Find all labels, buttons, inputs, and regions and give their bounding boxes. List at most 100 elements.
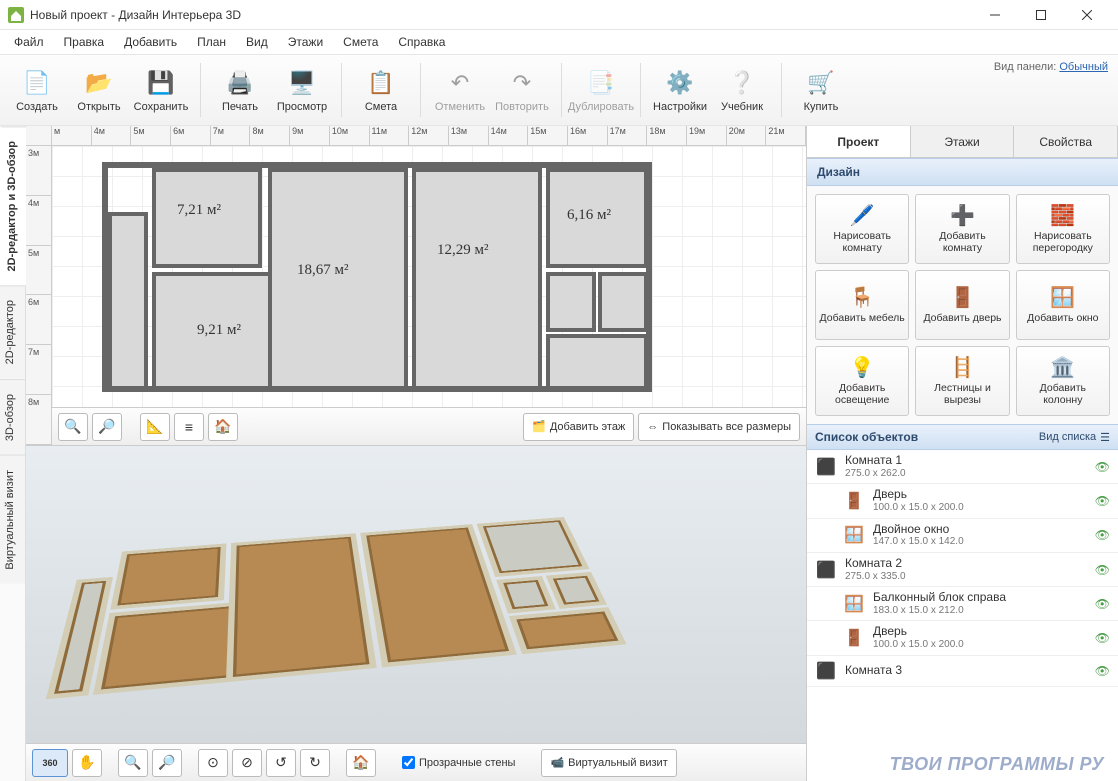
- menu-edit[interactable]: Правка: [56, 33, 113, 51]
- close-button[interactable]: [1064, 0, 1110, 30]
- toolbar-settings-button[interactable]: ⚙️Настройки: [649, 58, 711, 122]
- object-row[interactable]: 🚪 Дверь100.0 x 15.0 x 200.0 👁: [807, 621, 1118, 655]
- menu-help[interactable]: Справка: [390, 33, 453, 51]
- redo-icon: ↷: [506, 67, 538, 99]
- create-icon: 📄: [21, 67, 53, 99]
- right-panel: Проект Этажи Свойства Дизайн 🖊️Нарисоват…: [806, 126, 1118, 781]
- toolbar-open-button[interactable]: 📂Открыть: [68, 58, 130, 122]
- menu-file[interactable]: Файл: [6, 33, 52, 51]
- print-icon: 🖨️: [224, 67, 256, 99]
- objlist-viewmode[interactable]: Вид списка ☰: [1039, 431, 1110, 444]
- show-dims-button[interactable]: ⇔Показывать все размеры: [638, 413, 800, 441]
- toolbar-preview-button[interactable]: 🖥️Просмотр: [271, 58, 333, 122]
- toolbar-create-button[interactable]: 📄Создать: [6, 58, 68, 122]
- grid-button[interactable]: ≡: [174, 413, 204, 441]
- zoom-in-3d-button[interactable]: 🔎: [152, 749, 182, 777]
- view-rotr-button[interactable]: ↻: [300, 749, 330, 777]
- view-top-button[interactable]: ⊙: [198, 749, 228, 777]
- tool-3[interactable]: 🪑Добавить мебель: [815, 270, 909, 340]
- object-icon: ⬛: [815, 559, 837, 581]
- tool-2[interactable]: 🧱Нарисовать перегородку: [1016, 194, 1110, 264]
- tab-properties[interactable]: Свойства: [1014, 126, 1118, 157]
- tool-5[interactable]: 🪟Добавить окно: [1016, 270, 1110, 340]
- object-row[interactable]: ⬛ Комната 3 👁: [807, 656, 1118, 687]
- titlebar: Новый проект - Дизайн Интерьера 3D: [0, 0, 1118, 30]
- view-front-button[interactable]: ⊘: [232, 749, 262, 777]
- home-3d-button[interactable]: 🏠: [346, 749, 376, 777]
- measure-button[interactable]: 📐: [140, 413, 170, 441]
- visibility-icon[interactable]: 👁: [1095, 563, 1110, 577]
- canvas-2d[interactable]: 7,21 м² 9,21 м² 18,67 м² 12,29 м² 6,16 м…: [52, 146, 806, 407]
- tool-0[interactable]: 🖊️Нарисовать комнату: [815, 194, 909, 264]
- tool-4[interactable]: 🚪Добавить дверь: [915, 270, 1009, 340]
- toolbar-buy-button[interactable]: 🛒Купить: [790, 58, 852, 122]
- room-area-4: 6,16 м²: [567, 207, 611, 224]
- vtab-virtual[interactable]: Виртуальный визит: [0, 455, 25, 584]
- visibility-icon[interactable]: 👁: [1095, 528, 1110, 542]
- zoom-out-3d-button[interactable]: 🔍: [118, 749, 148, 777]
- buy-icon: 🛒: [805, 67, 837, 99]
- tool-8[interactable]: 🏛️Добавить колонну: [1016, 346, 1110, 416]
- vtab-2d[interactable]: 2D-редактор: [0, 285, 25, 378]
- tool-icon-1: ➕: [950, 204, 975, 230]
- toolbar-tutorial-button[interactable]: ❔Учебник: [711, 58, 773, 122]
- tool-icon-8: 🏛️: [1050, 356, 1075, 382]
- panel-mode-link[interactable]: Обычный: [1059, 61, 1108, 73]
- panel-mode: Вид панели: Обычный: [994, 61, 1108, 73]
- menubar: Файл Правка Добавить План Вид Этажи Смет…: [0, 30, 1118, 54]
- tab-project[interactable]: Проект: [807, 126, 911, 157]
- room-area-1: 7,21 м²: [177, 202, 221, 219]
- panel-mode-label: Вид панели:: [994, 61, 1056, 73]
- visibility-icon[interactable]: 👁: [1095, 631, 1110, 645]
- toolbar-save-button[interactable]: 💾Сохранить: [130, 58, 192, 122]
- tool-icon-5: 🪟: [1050, 286, 1075, 312]
- minimize-button[interactable]: [972, 0, 1018, 30]
- visibility-icon[interactable]: 👁: [1095, 664, 1110, 678]
- add-floor-button[interactable]: 🗂️Добавить этаж: [523, 413, 634, 441]
- toolbar-print-button[interactable]: 🖨️Печать: [209, 58, 271, 122]
- menu-view[interactable]: Вид: [238, 33, 276, 51]
- home-button[interactable]: 🏠: [208, 413, 238, 441]
- tab-floors[interactable]: Этажи: [911, 126, 1015, 157]
- room-area-5: 9,21 м²: [197, 322, 241, 339]
- object-row[interactable]: 🚪 Дверь100.0 x 15.0 x 200.0 👁: [807, 484, 1118, 518]
- vtab-3d[interactable]: 3D-обзор: [0, 379, 25, 455]
- main-toolbar: Вид панели: Обычный 📄Создать📂Открыть💾Сох…: [0, 54, 1118, 126]
- menu-floors[interactable]: Этажи: [280, 33, 331, 51]
- vtab-both[interactable]: 2D-редактор и 3D-обзор: [0, 126, 26, 285]
- menu-add[interactable]: Добавить: [116, 33, 185, 51]
- dims-icon: ⇔: [647, 421, 658, 433]
- tool-1[interactable]: ➕Добавить комнату: [915, 194, 1009, 264]
- room-area-3: 12,29 м²: [437, 242, 489, 259]
- save-icon: 💾: [145, 67, 177, 99]
- zoom-in-button[interactable]: 🔎: [92, 413, 122, 441]
- menu-plan[interactable]: План: [189, 33, 234, 51]
- visibility-icon[interactable]: 👁: [1095, 494, 1110, 508]
- zoom-out-button[interactable]: 🔍: [58, 413, 88, 441]
- tool-7[interactable]: 🪜Лестницы и вырезы: [915, 346, 1009, 416]
- object-row[interactable]: ⬛ Комната 1275.0 x 262.0 👁: [807, 450, 1118, 484]
- visibility-icon[interactable]: 👁: [1095, 460, 1110, 474]
- app-icon: [8, 7, 24, 23]
- transparent-walls-checkbox[interactable]: Прозрачные стены: [402, 756, 515, 769]
- menu-estimate[interactable]: Смета: [335, 33, 386, 51]
- canvas-3d[interactable]: [26, 446, 806, 743]
- camera-icon: 📹: [550, 756, 564, 769]
- tool-6[interactable]: 💡Добавить освещение: [815, 346, 909, 416]
- object-row[interactable]: ⬛ Комната 2275.0 x 335.0 👁: [807, 553, 1118, 587]
- tool-icon-2: 🧱: [1050, 204, 1075, 230]
- pan-button[interactable]: ✋: [72, 749, 102, 777]
- view-rotl-button[interactable]: ↺: [266, 749, 296, 777]
- virtual-visit-button[interactable]: 📹Виртуальный визит: [541, 749, 676, 777]
- right-tabs: Проект Этажи Свойства: [807, 126, 1118, 158]
- rotate360-button[interactable]: 360: [32, 749, 68, 777]
- object-row[interactable]: 🪟 Двойное окно147.0 x 15.0 x 142.0 👁: [807, 519, 1118, 553]
- tool-icon-7: 🪜: [950, 356, 975, 382]
- maximize-button[interactable]: [1018, 0, 1064, 30]
- visibility-icon[interactable]: 👁: [1095, 597, 1110, 611]
- toolbar-redo-button: ↷Повторить: [491, 58, 553, 122]
- duplicate-icon: 📑: [585, 67, 617, 99]
- toolbar-estimate-button[interactable]: 📋Смета: [350, 58, 412, 122]
- estimate-icon: 📋: [365, 67, 397, 99]
- object-row[interactable]: 🪟 Балконный блок справа183.0 x 15.0 x 21…: [807, 587, 1118, 621]
